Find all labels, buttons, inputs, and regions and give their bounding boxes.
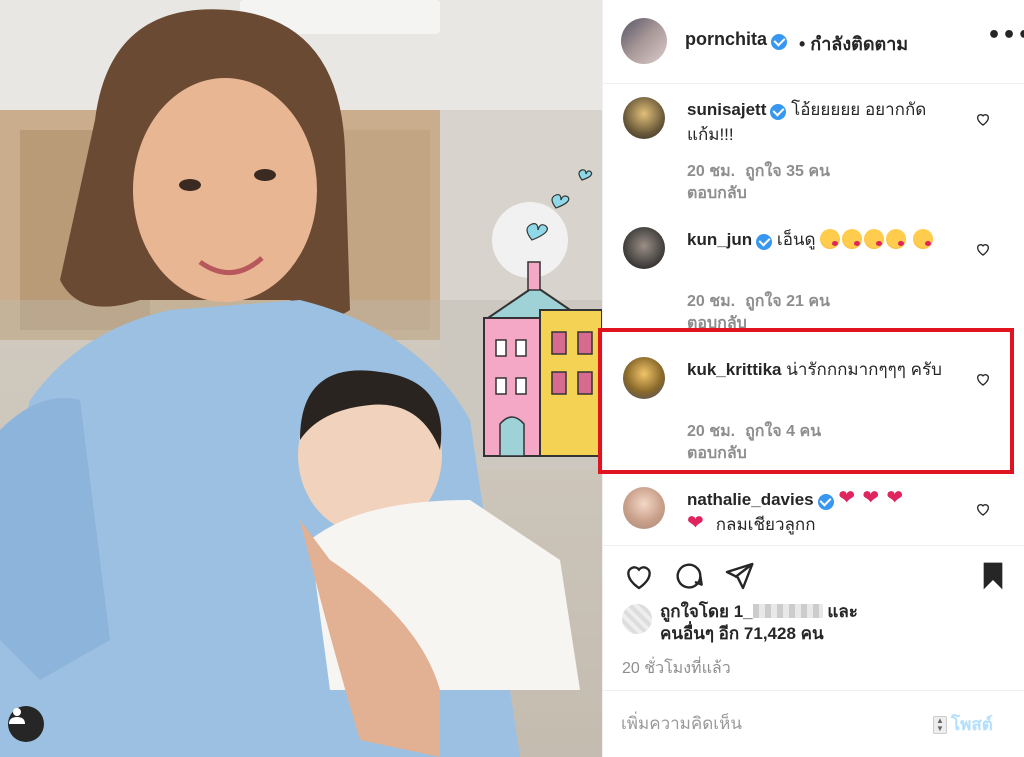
- comment-meta: 20 ชม. ถูกใจ 4 คน: [687, 422, 831, 442]
- reply-button[interactable]: ตอบกลับ: [687, 311, 747, 336]
- kissing-face-emoji: [913, 229, 934, 249]
- commenter-avatar[interactable]: [623, 487, 665, 529]
- comment-text: nathalie_davies กลมเชียวลูกก: [687, 486, 967, 537]
- comment-message: กลมเชียวลูกก: [715, 515, 816, 534]
- save-bookmark-icon[interactable]: [977, 560, 1009, 592]
- like-comment-heart-icon[interactable]: [975, 111, 991, 127]
- comment-likes[interactable]: ถูกใจ 21 คน: [745, 293, 830, 310]
- post-timestamp[interactable]: 20 ชั่วโมงที่แล้ว: [622, 656, 731, 681]
- post-header: pornchita • กำลังติดตาม •••: [603, 0, 1024, 84]
- post-actions-bar: [603, 545, 1024, 605]
- kissing-face-emoji: [820, 229, 841, 249]
- follow-status[interactable]: • กำลังติดตาม: [799, 29, 908, 58]
- red-heart-emoji: [886, 486, 908, 511]
- comment-time: 20 ชม.: [687, 293, 736, 310]
- author-avatar[interactable]: [621, 18, 667, 64]
- blurred-username: [752, 604, 823, 618]
- verified-icon: [756, 234, 773, 250]
- like-heart-icon[interactable]: [623, 560, 655, 592]
- person-icon: [9, 708, 25, 724]
- verified-icon: [771, 34, 788, 50]
- comment-text: kuk_krittika น่ารักกกมากๆๆๆ ครับ: [687, 357, 967, 382]
- like-comment-heart-icon[interactable]: [975, 371, 991, 387]
- commenter-avatar[interactable]: [623, 227, 665, 269]
- resize-grip-icon: ▲ ▼: [933, 715, 947, 734]
- comment-username[interactable]: nathalie_davies: [687, 490, 814, 509]
- like-comment-heart-icon[interactable]: [975, 501, 991, 517]
- commenter-avatar[interactable]: [623, 357, 665, 399]
- comment-text: sunisajett โอ้ยยยยย อยากกัดแก้ม!!!: [687, 97, 967, 147]
- comment-username[interactable]: sunisajett: [687, 100, 766, 119]
- like-comment-heart-icon[interactable]: [975, 241, 991, 257]
- post-label: โพสต์: [951, 715, 993, 734]
- commenter-avatar[interactable]: [623, 97, 665, 139]
- comment-item-highlighted: kuk_krittika น่ารักกกมากๆๆๆ ครับ 20 ชม. ถ…: [603, 345, 1024, 475]
- share-paper-plane-icon[interactable]: [723, 560, 755, 592]
- red-heart-emoji: [838, 486, 860, 511]
- comment-message: เอ็นดู: [776, 230, 816, 249]
- verified-icon: [817, 494, 834, 510]
- verified-icon: [770, 104, 787, 120]
- tagged-user-icon[interactable]: [8, 706, 44, 742]
- comment-username[interactable]: kuk_krittika: [687, 360, 782, 379]
- comment-username[interactable]: kun_jun: [687, 230, 752, 249]
- comment-likes[interactable]: ถูกใจ 35 คน: [745, 163, 830, 180]
- post-comment-button[interactable]: ▲ ▼ โพสต์: [933, 711, 993, 738]
- kissing-face-emoji: [886, 229, 907, 249]
- comment-time: 20 ชม.: [687, 423, 736, 440]
- comment-item: sunisajett โอ้ยยยยย อยากกัดแก้ม!!! 20 ชม…: [603, 85, 1024, 215]
- post-photo[interactable]: [0, 0, 602, 757]
- comment-input[interactable]: [621, 709, 921, 739]
- add-comment-bar: ▲▼ โพสต์: [603, 690, 1024, 757]
- reply-button[interactable]: ตอบกลับ: [687, 181, 747, 206]
- reply-button[interactable]: ตอบกลับ: [687, 441, 747, 466]
- comment-time: 20 ชม.: [687, 163, 736, 180]
- others-likes-count[interactable]: คนอื่นๆ อีก 71,428 คน: [660, 624, 824, 643]
- and-text: และ: [827, 602, 858, 621]
- comment-meta: 20 ชม. ถูกใจ 35 คน: [687, 162, 840, 182]
- more-options-icon[interactable]: •••: [987, 25, 1024, 50]
- comment-item: kun_jun เอ็นดู 20 ชม. ถูกใจ 21 คน ตอบกลับ: [603, 215, 1024, 345]
- comment-message: น่ารักกกมากๆๆๆ ครับ: [786, 360, 942, 379]
- comment-meta: 20 ชม. ถูกใจ 21 คน: [687, 292, 840, 312]
- liker-avatar[interactable]: [622, 604, 652, 634]
- photo-illustration: [0, 0, 602, 757]
- comment-item: nathalie_davies กลมเชียวลูกก: [603, 475, 1024, 545]
- kissing-face-emoji: [842, 229, 863, 249]
- comment-bubble-icon[interactable]: [673, 560, 705, 592]
- liked-by-text: ถูกใจโดย 1_: [660, 602, 753, 621]
- comment-text: kun_jun เอ็นดู: [687, 227, 967, 252]
- red-heart-emoji: [687, 511, 709, 536]
- red-heart-emoji: [862, 486, 884, 511]
- author-username[interactable]: pornchita: [685, 29, 788, 50]
- comment-likes[interactable]: ถูกใจ 4 คน: [745, 423, 821, 440]
- comments-list: sunisajett โอ้ยยยยย อยากกัดแก้ม!!! 20 ชม…: [603, 85, 1024, 545]
- kissing-face-emoji: [864, 229, 885, 249]
